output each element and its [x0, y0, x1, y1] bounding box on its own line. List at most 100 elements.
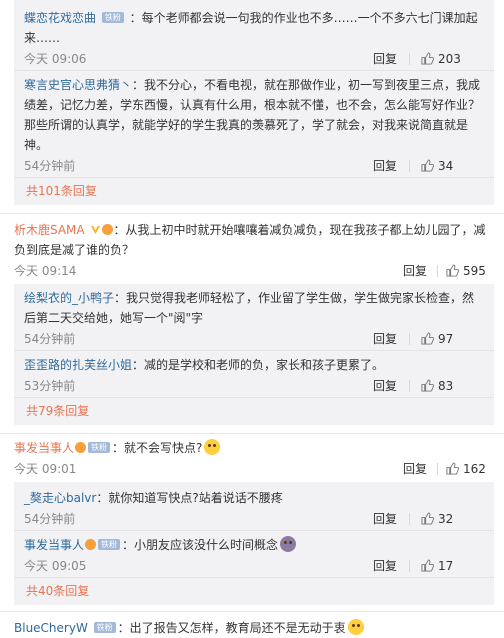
reply-meta: 54分钟前 回复 34 [24, 155, 484, 177]
reply-button[interactable]: 回复 [373, 555, 397, 577]
fan-badge: 铁粉 [93, 622, 116, 633]
reply-box: 绘梨衣的_小鸭子：我只觉得我老师轻松了，作业留了学生做，学生做完家长检查，然后第… [14, 284, 494, 425]
reply-box: 蝶恋花戏恋曲 铁粉 ：每个老师都会说一句我的作业也不多……一个不多六七门课加起来… [14, 0, 494, 205]
like-button[interactable]: 162 [446, 458, 486, 480]
divider [409, 513, 410, 525]
divider [437, 265, 438, 277]
thread-1: 蝶恋花戏恋曲 铁粉 ：每个老师都会说一句我的作业也不多……一个不多六七门课加起来… [0, 0, 504, 205]
comment-text: ：就不会写快点? [112, 441, 203, 455]
reply-time: 54分钟前 [24, 512, 76, 526]
thumbs-up-icon [446, 264, 459, 277]
like-count: 97 [438, 332, 454, 346]
reply-button[interactable]: 回复 [373, 155, 397, 177]
like-count: 203 [438, 52, 461, 66]
thumbs-up-icon [421, 379, 434, 392]
reply-text: ：就你知道写快点?站着说话不腰疼 [96, 491, 283, 505]
reply-meta: 今天 09:06 回复 203 [24, 48, 484, 70]
crown-icon [102, 224, 114, 235]
emoji-icon [280, 536, 297, 552]
comment: 事发当事人 铁粉 ：就不会写快点? 今天 09:01 回复 162 [0, 438, 504, 480]
divider [409, 53, 410, 65]
reply-username[interactable]: 事发当事人 [24, 538, 84, 552]
like-count: 595 [463, 264, 486, 278]
emoji-icon [204, 439, 221, 455]
like-button[interactable]: 32 [421, 508, 453, 530]
comment-username[interactable]: 事发当事人 [14, 441, 74, 455]
reply-time: 今天 09:06 [24, 52, 87, 66]
comment-text: ：从我上初中时就开始嚷嚷着减负减负，现在我孩子都上幼儿园了，减负到底是减了谁的负… [14, 223, 486, 257]
sub-reply: 歪歪路的扎芙丝小姐：减的是学校和老师的负，家长和孩子更累了。 53分钟前 回复 … [14, 350, 494, 397]
like-button[interactable]: 97 [421, 328, 453, 350]
crown-icon [75, 442, 87, 453]
fan-badge: 铁粉 [98, 539, 121, 550]
thumbs-up-icon [446, 462, 459, 475]
like-button[interactable]: 17 [421, 555, 453, 577]
like-button[interactable]: 203 [421, 48, 461, 70]
fan-badge: 铁粉 [101, 12, 124, 23]
reply-username[interactable]: 寒言史官心思弗猜丶 [24, 78, 132, 92]
comment-meta: 今天 09:14 回复 595 [14, 260, 494, 282]
reply-button[interactable]: 回复 [373, 328, 397, 350]
reply-time: 53分钟前 [24, 379, 76, 393]
comment: BlueCheryW 铁粉 ：出了报告又怎样，教育局还不是无动于衷 [0, 618, 504, 638]
like-button[interactable]: 83 [421, 375, 453, 397]
divider [409, 160, 410, 172]
reply-time: 54分钟前 [24, 159, 76, 173]
thumbs-up-icon [421, 52, 434, 65]
reply-meta: 53分钟前 回复 83 [24, 375, 484, 397]
like-count: 162 [463, 462, 486, 476]
comment-feed: 蝶恋花戏恋曲 铁粉 ：每个老师都会说一句我的作业也不多……一个不多六七门课加起来… [0, 0, 504, 635]
reply-meta: 54分钟前 回复 32 [24, 508, 484, 530]
verified-v-icon [91, 225, 101, 235]
sub-reply: 寒言史官心思弗猜丶：我不分心，不看电视，就在那做作业，初一写到夜里三点，我成绩差… [14, 70, 494, 177]
divider [409, 333, 410, 345]
comment-time: 今天 09:14 [14, 264, 77, 278]
reply-username[interactable]: 蝶恋花戏恋曲 [24, 11, 96, 25]
sub-reply: _獒走心balvr：就你知道写快点?站着说话不腰疼 54分钟前 回复 32 [14, 482, 494, 530]
reply-button[interactable]: 回复 [373, 375, 397, 397]
thread-2: 析木鹿SAMA ：从我上初中时就开始嚷嚷着减负减负，现在我孩子都上幼儿园了，减负… [0, 214, 504, 425]
thread-3: 事发当事人 铁粉 ：就不会写快点? 今天 09:01 回复 162 _獒走心balv… [0, 434, 504, 605]
like-count: 34 [438, 159, 454, 173]
sub-reply: 事发当事人 铁粉 ：小朋友应该没什么时间概念 今天 09:05 回复 17 [14, 530, 494, 577]
like-button[interactable]: 34 [421, 155, 453, 177]
reply-button[interactable]: 回复 [373, 508, 397, 530]
more-replies-link[interactable]: 共40条回复 [14, 577, 494, 605]
reply-time: 54分钟前 [24, 332, 76, 346]
reply-box: _獒走心balvr：就你知道写快点?站着说话不腰疼 54分钟前 回复 32 事发… [14, 482, 494, 605]
comment-meta: 今天 09:01 回复 162 [14, 458, 494, 480]
reply-button[interactable]: 回复 [403, 458, 427, 480]
thumbs-up-icon [421, 332, 434, 345]
comment-username[interactable]: 析木鹿SAMA [14, 223, 85, 237]
reply-meta: 54分钟前 回复 97 [24, 328, 484, 350]
comment-username[interactable]: BlueCheryW [14, 621, 88, 635]
reply-username[interactable]: 绘梨衣的_小鸭子 [24, 291, 114, 305]
like-count: 17 [438, 559, 454, 573]
reply-username[interactable]: _獒走心balvr [24, 491, 96, 505]
like-button[interactable]: 595 [446, 260, 486, 282]
like-count: 32 [438, 512, 454, 526]
reply-button[interactable]: 回复 [373, 48, 397, 70]
reply-username[interactable]: 歪歪路的扎芙丝小姐 [24, 358, 132, 372]
comment-text: ：出了报告又怎样，教育局还不是无动于衷 [117, 621, 346, 635]
reply-time: 今天 09:05 [24, 559, 87, 573]
like-count: 83 [438, 379, 454, 393]
sub-reply: 绘梨衣的_小鸭子：我只觉得我老师轻松了，作业留了学生做，学生做完家长检查，然后第… [14, 284, 494, 350]
fan-badge: 铁粉 [88, 442, 111, 453]
divider [437, 463, 438, 475]
divider [409, 560, 410, 572]
more-replies-link[interactable]: 共101条回复 [14, 177, 494, 205]
thumbs-up-icon [421, 512, 434, 525]
thumbs-up-icon [421, 559, 434, 572]
comment: 析木鹿SAMA ：从我上初中时就开始嚷嚷着减负减负，现在我孩子都上幼儿园了，减负… [0, 220, 504, 282]
divider [409, 380, 410, 392]
reply-text: ：减的是学校和老师的负，家长和孩子更累了。 [132, 358, 385, 372]
reply-meta: 今天 09:05 回复 17 [24, 555, 484, 577]
crown-icon [85, 539, 97, 550]
thumbs-up-icon [421, 159, 434, 172]
emoji-icon [347, 619, 364, 635]
reply-text: ：小朋友应该没什么时间概念 [122, 538, 279, 552]
comment-time: 今天 09:01 [14, 462, 77, 476]
more-replies-link[interactable]: 共79条回复 [14, 397, 494, 425]
reply-button[interactable]: 回复 [403, 260, 427, 282]
